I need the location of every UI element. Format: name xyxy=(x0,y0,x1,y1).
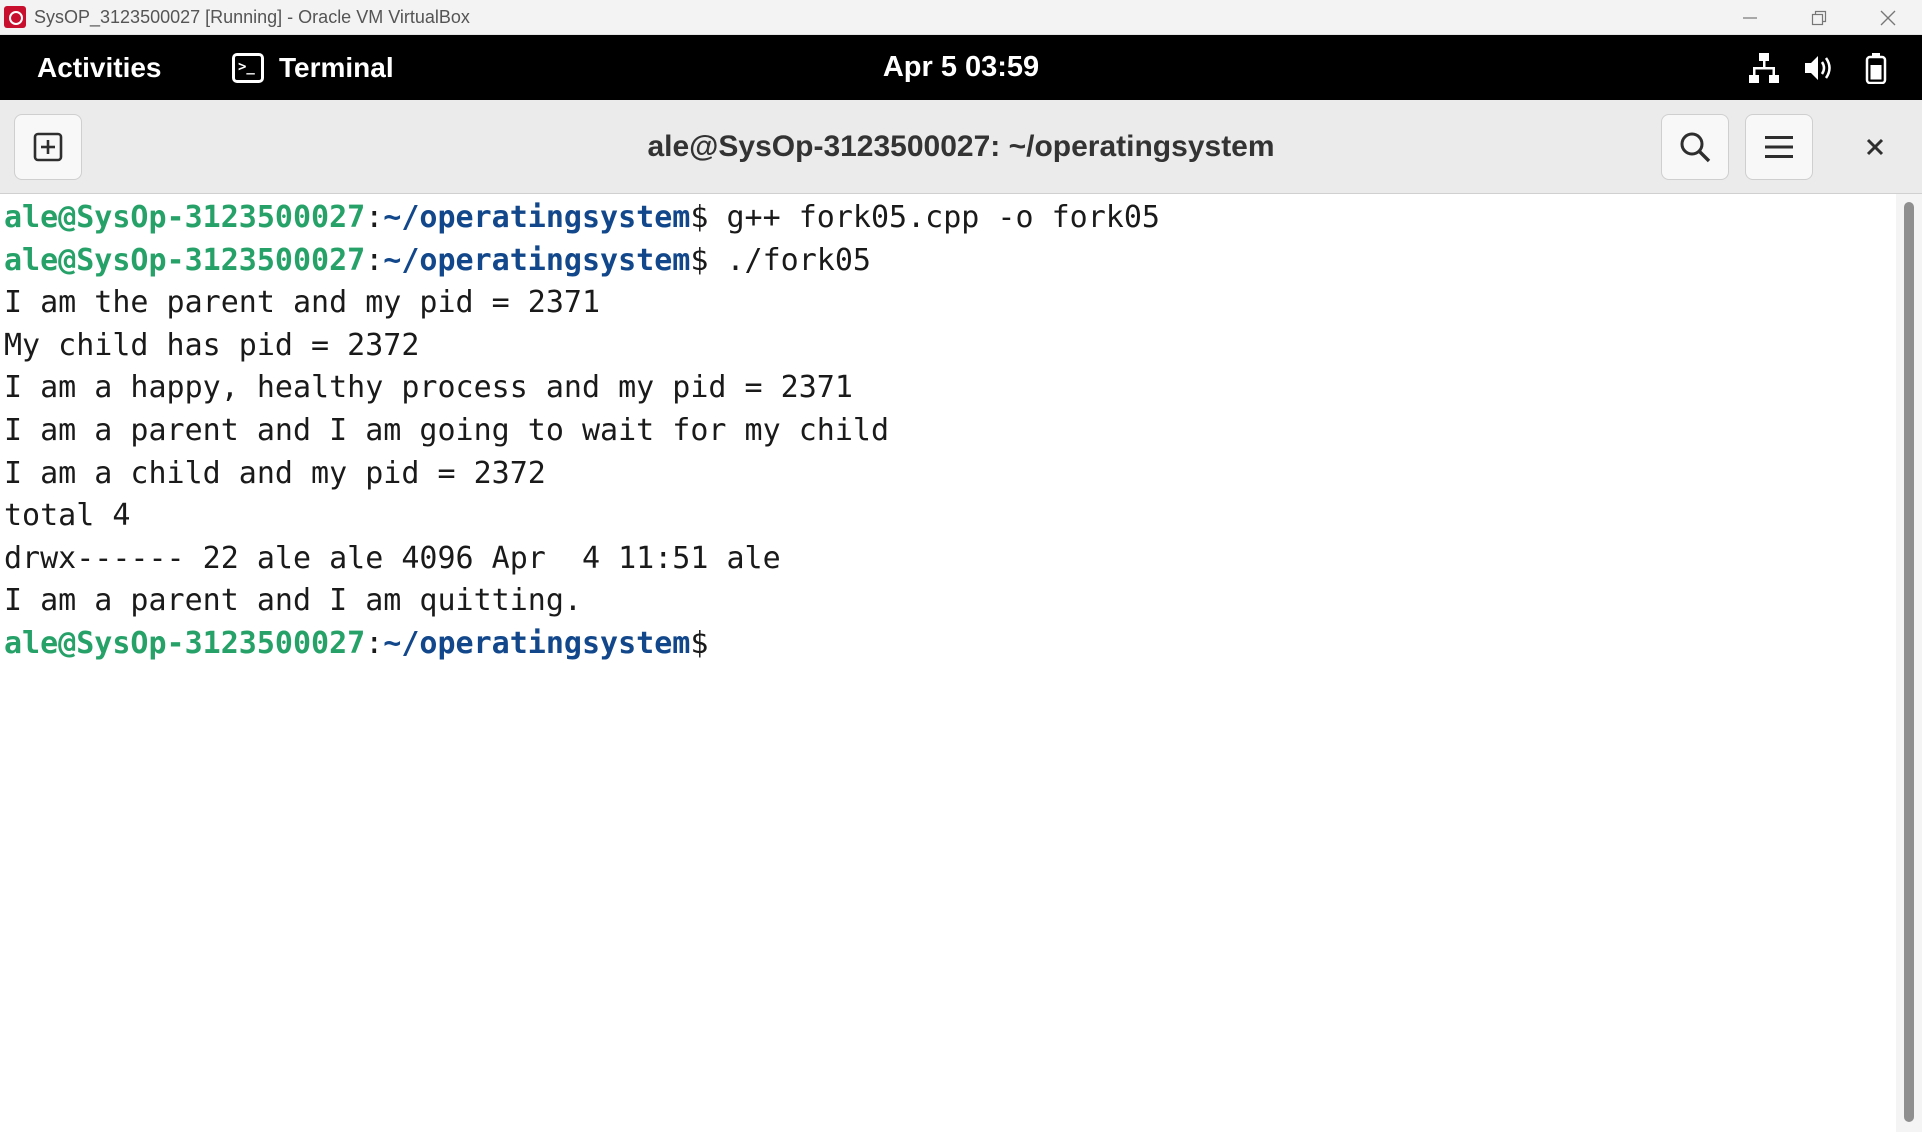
terminal-output-line: total 4 xyxy=(4,498,131,534)
terminal-output-line: I am a child and my pid = 2372 xyxy=(4,455,546,491)
search-icon xyxy=(1680,132,1711,163)
terminal-output-line: I am the parent and my pid = 2371 xyxy=(4,285,601,321)
network-icon[interactable] xyxy=(1746,50,1782,86)
terminal-output-line: I am a happy, healthy process and my pid… xyxy=(4,370,853,406)
new-tab-button[interactable] xyxy=(14,114,82,180)
terminal-prompt-line: ale@SysOp-3123500027:~/operatingsystem$ xyxy=(4,622,708,665)
terminal-output-line: My child has pid = 2372 xyxy=(4,327,420,363)
prompt-symbol: $ xyxy=(690,242,709,278)
new-tab-icon xyxy=(33,132,63,162)
host-window-controls xyxy=(1715,0,1922,35)
prompt-symbol: $ xyxy=(690,200,709,235)
restore-button[interactable] xyxy=(1784,0,1853,35)
restore-icon xyxy=(1811,10,1826,25)
scrollbar-thumb[interactable] xyxy=(1904,202,1914,1122)
prompt-path: ~/operatingsystem xyxy=(383,242,691,278)
terminal-headerbar: ale@SysOp-3123500027: ~/operatingsystem xyxy=(0,100,1922,194)
prompt-user-host: ale@SysOp-3123500027 xyxy=(4,242,366,278)
virtualbox-logo-icon xyxy=(4,6,26,28)
prompt-user-host: ale@SysOp-3123500027 xyxy=(4,626,366,661)
terminal-close-button[interactable] xyxy=(1842,114,1908,180)
prompt-separator: : xyxy=(365,200,384,235)
terminal-prompt-line: ale@SysOp-3123500027:~/operatingsystem$ … xyxy=(4,196,1160,239)
main-menu-button[interactable] xyxy=(1745,114,1813,180)
terminal-scrollbar[interactable] xyxy=(1896,194,1922,1132)
app-menu-terminal[interactable]: >_ Terminal xyxy=(232,35,394,100)
terminal-window-title: ale@SysOp-3123500027: ~/operatingsystem xyxy=(647,130,1275,163)
system-tray[interactable] xyxy=(1746,35,1894,100)
command-text: g++ fork05.cpp -o fork05 xyxy=(708,200,1160,235)
clock[interactable]: Apr 5 03:59 xyxy=(883,51,1039,83)
hamburger-menu-icon xyxy=(1765,136,1793,158)
prompt-path: ~/operatingsystem xyxy=(383,200,691,235)
battery-icon[interactable] xyxy=(1858,50,1894,86)
prompt-user-host: ale@SysOp-3123500027 xyxy=(4,200,366,235)
volume-icon[interactable] xyxy=(1802,50,1838,86)
terminal-app-icon: >_ xyxy=(232,52,264,83)
prompt-separator: : xyxy=(365,626,384,661)
terminal-prompt-line: ale@SysOp-3123500027:~/operatingsystem$ … xyxy=(4,239,871,282)
command-text: ./fork05 xyxy=(708,242,871,278)
close-icon xyxy=(1880,10,1895,25)
host-window-title: SysOP_3123500027 [Running] - Oracle VM V… xyxy=(34,6,470,27)
minimize-icon xyxy=(1742,16,1757,19)
activities-button[interactable]: Activities xyxy=(37,35,162,100)
app-menu-label: Terminal xyxy=(279,51,394,83)
terminal-output-area[interactable]: ale@SysOp-3123500027:~/operatingsystem$ … xyxy=(0,194,1896,1132)
terminal-output-line: drwx------ 22 ale ale 4096 Apr 4 11:51 a… xyxy=(4,540,781,576)
terminal-output-line: I am a parent and I am quitting. xyxy=(4,583,582,619)
terminal-output-line: I am a parent and I am going to wait for… xyxy=(4,413,890,448)
close-window-button[interactable] xyxy=(1853,0,1922,35)
gnome-top-bar: Activities >_ Terminal Apr 5 03:59 xyxy=(0,35,1922,100)
prompt-symbol: $ xyxy=(690,626,709,661)
search-button[interactable] xyxy=(1661,114,1729,180)
prompt-path: ~/operatingsystem xyxy=(383,626,691,661)
prompt-separator: : xyxy=(365,242,384,278)
host-window-titlebar: SysOP_3123500027 [Running] - Oracle VM V… xyxy=(0,0,1922,35)
minimize-button[interactable] xyxy=(1715,0,1784,35)
close-icon xyxy=(1866,138,1884,156)
